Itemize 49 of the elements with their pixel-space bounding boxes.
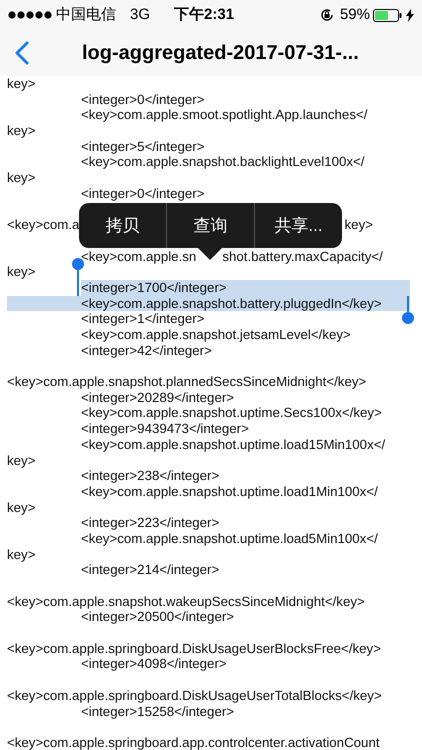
code-line: <integer>223</integer> <box>81 515 220 531</box>
code-line: key> <box>7 123 36 139</box>
code-line: <integer>214</integer> <box>81 562 220 578</box>
code-line: <key>com.apple.springboard.DiskUsageUserBlocksFree</key> <box>7 640 381 656</box>
menu-item[interactable]: 共享... <box>254 203 342 248</box>
chevron-left-icon <box>15 41 29 65</box>
code-line: <integer>1</integer> <box>81 311 204 327</box>
window-title: log-aggregated-2017-07-31-... <box>82 41 359 66</box>
charging-icon <box>406 8 414 22</box>
code-line: <key>com.apple.snapshot.backlightLevel100x</ <box>81 154 364 170</box>
code-line: <key>com.a <box>7 217 80 233</box>
battery-icon <box>373 8 403 22</box>
code-line: <integer>9439473</integer> <box>81 421 249 437</box>
network-label: 3G <box>130 4 150 25</box>
menu-item[interactable]: 拷贝 <box>79 203 166 248</box>
code-line: <integer>20289</integer> <box>81 390 234 406</box>
code-line: <key>com.apple.snapshot.uptime.Secs100x</key> <box>81 405 382 422</box>
code-line: <key>com.apple.snapshot.plannedSecsSinceMidnight</key> <box>7 374 366 390</box>
status-time: 下午2:31 <box>174 4 234 25</box>
code-line: <key>com.apple.snapshot.uptime.load15Min100x</ <box>81 436 386 452</box>
code-line: <integer>5</integer> <box>81 138 204 154</box>
rotation-lock-icon <box>320 8 334 22</box>
code-line: <key>com.apple.sn <box>81 248 196 264</box>
code-line: <key>com.apple.springboard.app.controlcenter.activationCount <box>7 734 380 750</box>
code-line: <key>com.apple.snapshot.uptime.load5Min100x</ <box>81 530 378 547</box>
code-line: key> <box>7 76 36 92</box>
code-line: key> <box>7 170 36 186</box>
code-line: <integer>42</integer> <box>81 342 212 358</box>
code-line: <key>com.apple.smoot.spotlight.App.launches</ <box>81 107 368 124</box>
code-line: key> <box>7 264 36 280</box>
code-line: key> <box>7 500 36 516</box>
code-line: <key>com.apple.snapshot.uptime.load1Min100x</ <box>81 484 378 500</box>
code-line: key> <box>7 546 36 562</box>
code-line: <integer>4098</integer> <box>81 656 227 672</box>
code-line: <integer>0</integer> <box>81 92 204 108</box>
code-line: <integer>0</integer> <box>81 186 204 202</box>
signal-icon <box>8 11 52 19</box>
code-line: <key>com.apple.snapshot.wakeupSecsSinceMidnight</key> <box>7 594 365 610</box>
code-line: <integer>20500</integer> <box>81 609 234 626</box>
code-line: key> <box>7 452 36 468</box>
code-line: shot.battery.maxCapacity</ <box>222 248 383 264</box>
code-line: <integer>15258</integer> <box>81 704 234 720</box>
code-line: <key>com.apple.springboard.DiskUsageUserTotalBlocks</key> <box>7 688 382 704</box>
code-line: <integer>238</integer> <box>81 468 220 484</box>
carrier-label: 中国电信 <box>56 4 116 25</box>
code-line: key> <box>344 217 373 233</box>
battery-percent: 59% <box>340 4 370 25</box>
selection-end-handle[interactable] <box>402 296 414 324</box>
code-line: <key>com.apple.snapshot.jetsamLevel</key> <box>81 327 351 343</box>
